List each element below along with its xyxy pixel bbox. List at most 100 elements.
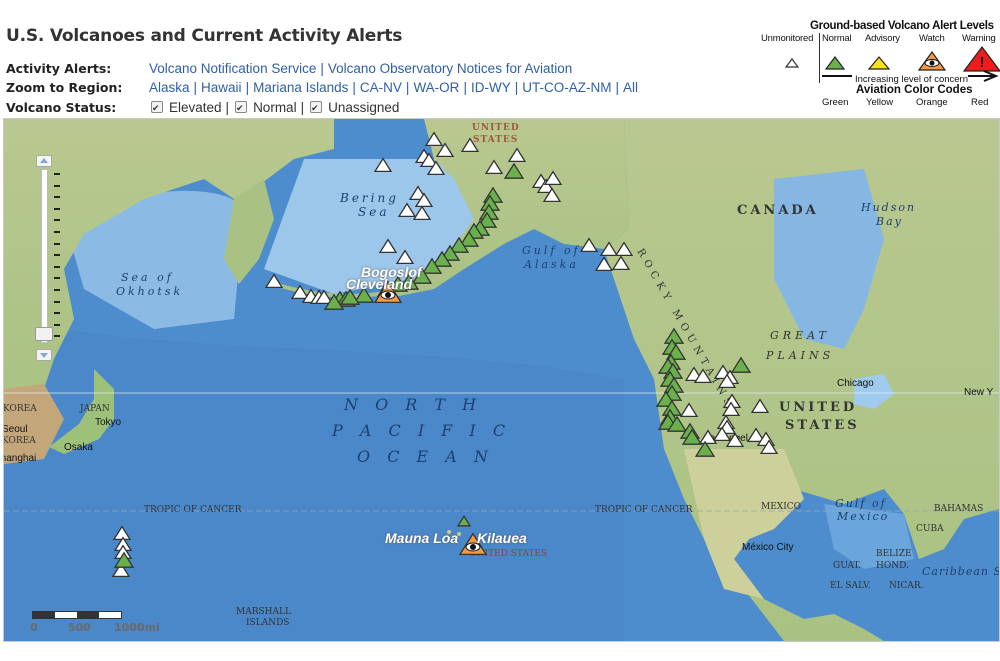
unmonitored-volcano-icon[interactable] <box>484 159 504 175</box>
zoom-tick <box>54 277 60 280</box>
mauna-loa-volcano-icon[interactable] <box>456 514 472 527</box>
white-triangle-icon <box>784 58 800 68</box>
elevated-checkbox[interactable] <box>151 99 163 117</box>
zoom-tick <box>54 173 60 175</box>
zoom-tick <box>54 219 60 222</box>
zoom-tick <box>54 335 60 338</box>
zoom-tick <box>54 265 60 268</box>
separator: | <box>615 80 619 95</box>
aviation-orange: Orange <box>916 97 948 108</box>
normal-volcano-icon[interactable] <box>730 356 752 373</box>
zoom-in-button[interactable] <box>36 155 52 167</box>
aviation-title: Aviation Color Codes <box>856 84 973 96</box>
normal-volcano-icon[interactable] <box>353 286 375 303</box>
region-alaska[interactable]: Alaska <box>149 80 190 95</box>
legend-watch-label: Watch <box>919 33 945 44</box>
unmonitored-volcano-icon[interactable] <box>397 202 417 218</box>
unmonitored-volcano-icon[interactable] <box>264 273 284 289</box>
separator: | <box>193 80 198 95</box>
eye-pupil-icon <box>385 292 391 298</box>
unmonitored-volcano-icon[interactable] <box>579 237 599 253</box>
unmonitored-volcano-icon[interactable] <box>614 241 634 257</box>
region-ca-nv[interactable]: CA-NV <box>360 80 402 95</box>
unmonitored-volcano-icon[interactable] <box>543 170 563 186</box>
unassigned-label: Unassigned <box>328 100 400 115</box>
alert-legend: Ground-based Volcano Alert Levels Unmoni… <box>752 20 1000 110</box>
normal-checkbox[interactable] <box>235 99 248 117</box>
unmonitored-volcano-icon[interactable] <box>698 429 718 445</box>
scale-label-1000: 1000mi <box>114 621 160 634</box>
unmonitored-volcano-icon[interactable] <box>679 402 699 418</box>
region-id-wy[interactable]: ID-WY <box>471 80 511 95</box>
scale-bar-graphic <box>32 611 122 619</box>
region-all[interactable]: All <box>623 80 638 95</box>
zoom-tick <box>54 254 60 257</box>
link-volcano-notification-service[interactable]: Volcano Notification Service <box>149 61 316 76</box>
unmonitored-volcano-icon[interactable] <box>750 398 770 414</box>
zoom-tick <box>54 242 60 245</box>
unmonitored-volcano-icon[interactable] <box>424 131 444 147</box>
separator: | <box>352 80 356 95</box>
activity-alerts-label: Activity Alerts: <box>6 61 112 76</box>
normal-volcano-icon[interactable] <box>663 327 685 344</box>
svg-text:!: ! <box>980 54 985 71</box>
zoom-tick <box>54 196 60 199</box>
aviation-yellow: Yellow <box>866 97 894 108</box>
unassigned-checkbox[interactable] <box>310 99 323 117</box>
zoom-tick <box>54 207 60 210</box>
separator: | <box>300 100 305 115</box>
unmonitored-volcano-icon[interactable] <box>460 137 480 153</box>
green-triangle-icon <box>824 56 846 70</box>
legend-title: Ground-based Volcano Alert Levels <box>810 20 994 32</box>
volcano-map[interactable]: N O R T H P A C I F I C O C E A N Bering… <box>3 118 1000 642</box>
unmonitored-volcano-icon[interactable] <box>594 256 614 272</box>
eye-pupil-icon <box>470 544 476 550</box>
scale-label-0: 0 <box>30 621 38 634</box>
unmonitored-volcano-icon[interactable] <box>373 157 393 173</box>
legend-advisory-label: Advisory <box>865 33 900 44</box>
separator: | <box>245 80 250 95</box>
separator: | <box>320 61 324 76</box>
zoom-thumb[interactable] <box>35 327 53 341</box>
page-title: U.S. Volcanoes and Current Activity Aler… <box>6 26 403 46</box>
volcano-markers <box>111 131 779 578</box>
aviation-green: Green <box>822 97 849 108</box>
unmonitored-volcano-icon[interactable] <box>378 238 398 254</box>
region-hawaii[interactable]: Hawaii <box>201 80 242 95</box>
region-ut-co-az-nm[interactable]: UT-CO-AZ-NM <box>522 80 611 95</box>
separator: | <box>225 100 230 115</box>
legend-unmonitored-label: Unmonitored <box>761 33 814 44</box>
link-vona[interactable]: Volcano Observatory Notices for Aviation <box>328 61 572 76</box>
zoom-out-button[interactable] <box>36 349 52 361</box>
zoom-tick <box>54 184 60 187</box>
region-mariana-islands[interactable]: Mariana Islands <box>253 80 348 95</box>
zoom-tick <box>54 300 60 303</box>
legend-normal-label: Normal <box>822 33 852 44</box>
zoom-tick <box>54 231 60 233</box>
scale-label-500: 500 <box>68 621 91 634</box>
unmonitored-volcano-icon[interactable] <box>599 241 619 257</box>
volcano-status-label: Volcano Status: <box>6 100 117 115</box>
unmonitored-volcano-icon[interactable] <box>412 205 432 221</box>
normal-label: Normal <box>253 100 297 115</box>
zoom-tick <box>54 289 60 291</box>
unmonitored-volcano-icon[interactable] <box>611 255 631 271</box>
unmonitored-volcano-icon[interactable] <box>290 284 310 300</box>
normal-volcano-icon[interactable] <box>503 162 525 179</box>
unmonitored-volcano-icon[interactable] <box>112 525 132 541</box>
zoom-track[interactable] <box>41 169 48 343</box>
zoom-slider[interactable] <box>35 155 60 365</box>
zoom-to-region-label: Zoom to Region: <box>6 80 123 95</box>
zoom-tick <box>54 312 60 315</box>
unmonitored-volcano-icon[interactable] <box>507 147 527 163</box>
yellow-triangle-icon <box>867 56 891 70</box>
elevated-label: Elevated <box>169 100 222 115</box>
separator: | <box>405 80 410 95</box>
aviation-red: Red <box>971 97 989 108</box>
separator: | <box>514 80 519 95</box>
separator: | <box>463 80 467 95</box>
unmonitored-volcano-icon[interactable] <box>395 249 415 265</box>
region-wa-or[interactable]: WA-OR <box>413 80 459 95</box>
legend-warning-label: Warning <box>962 33 996 44</box>
zoom-tick <box>54 323 60 326</box>
